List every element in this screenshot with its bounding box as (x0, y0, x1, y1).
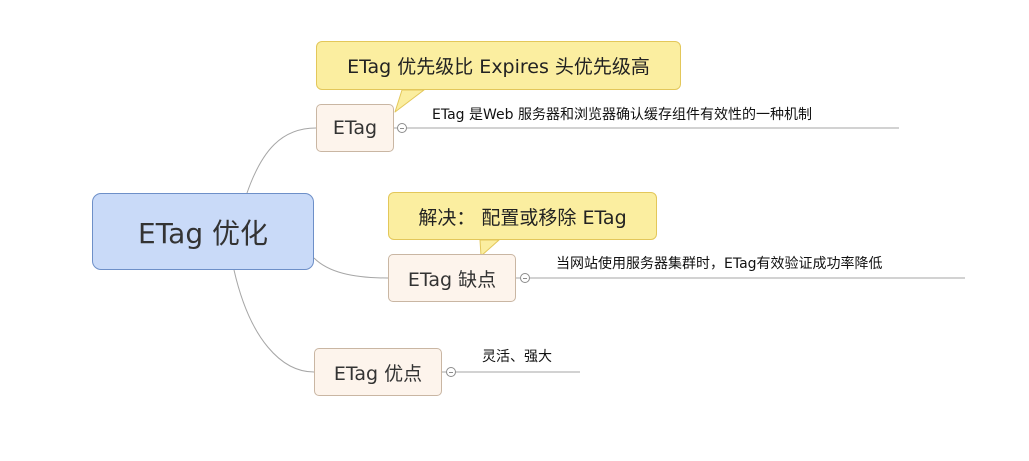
topic-etag-label: ETag (332, 117, 378, 139)
note-cluster-issue-label: 当网站使用服务器集群时，ETag有效验证成功率降低 (556, 256, 883, 272)
note-etag-mechanism[interactable]: ETag 是Web 服务器和浏览器确认缓存组件有效性的一种机制 (432, 104, 812, 124)
topic-etag[interactable]: ETag (316, 104, 394, 152)
note-cluster-issue[interactable]: 当网站使用服务器集群时，ETag有效验证成功率降低 (556, 253, 883, 273)
note-etag-mechanism-label: ETag 是Web 服务器和浏览器确认缓存组件有效性的一种机制 (432, 107, 812, 123)
collapse-toggle-icon[interactable] (397, 123, 407, 133)
root-topic[interactable]: ETag 优化 (92, 193, 314, 270)
callout-solution[interactable]: 解决： 配置或移除 ETag (388, 192, 657, 240)
topic-etag-advantage[interactable]: ETag 优点 (314, 348, 442, 396)
note-advantage-label: 灵活、强大 (482, 349, 552, 365)
callout-tail-etag (394, 89, 425, 113)
note-advantage[interactable]: 灵活、强大 (482, 346, 552, 366)
callout-etag-priority-label: ETag 优先级比 Expires 头优先级高 (347, 56, 650, 78)
topic-etag-disadvantage[interactable]: ETag 缺点 (388, 254, 516, 302)
topic-etag-advantage-label: ETag 优点 (333, 362, 423, 385)
collapse-toggle-icon[interactable] (520, 273, 530, 283)
root-topic-label: ETag 优化 (138, 216, 268, 250)
callout-etag-priority[interactable]: ETag 优先级比 Expires 头优先级高 (316, 41, 681, 90)
callout-solution-label: 解决： 配置或移除 ETag (418, 206, 627, 229)
connector-root-advantage (233, 269, 315, 373)
topic-etag-disadvantage-label: ETag 缺点 (407, 268, 497, 291)
connector-root-disadvantage (313, 257, 389, 279)
collapse-toggle-icon[interactable] (446, 367, 456, 377)
connector-root-etag (246, 127, 317, 194)
